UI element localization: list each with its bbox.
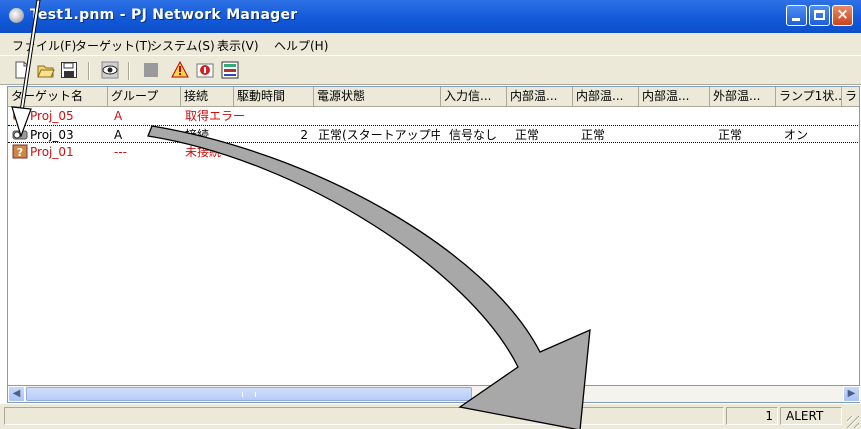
target-group: A — [114, 128, 123, 142]
scroll-grip-icon — [242, 392, 256, 397]
scroll-right-icon[interactable]: ▶ — [843, 386, 860, 402]
horizontal-scrollbar[interactable]: ◀ ▶ — [7, 386, 860, 403]
status-message — [4, 407, 724, 425]
close-button[interactable]: × — [832, 5, 853, 26]
target-input-signal: 信号なし — [449, 128, 498, 142]
table-row[interactable]: ? Proj_01 --- 未接続 — [8, 143, 859, 161]
menu-help[interactable]: ヘルプ(H) — [274, 37, 328, 54]
toolbar — [0, 55, 861, 85]
app-icon — [9, 8, 24, 23]
menu-file[interactable]: ファイル(F) — [12, 37, 76, 54]
menu-view[interactable]: 表示(V) — [217, 37, 259, 54]
projector-error-icon — [13, 112, 27, 122]
new-file-icon[interactable] — [13, 61, 31, 79]
target-drive-time: 2 — [300, 128, 308, 142]
target-external-temp: 正常 — [718, 128, 743, 142]
projector-unknown-icon: ? — [12, 144, 28, 159]
target-internal-temp-2: 正常 — [581, 128, 606, 142]
target-internal-temp-1: 正常 — [515, 128, 540, 142]
scroll-thumb[interactable] — [26, 387, 472, 401]
maximize-icon — [814, 10, 825, 20]
minimize-icon — [792, 18, 800, 21]
target-name: Proj_01 — [30, 145, 74, 159]
title-bar[interactable]: Test1.pnm - PJ Network Manager × — [0, 0, 861, 33]
target-list[interactable]: ターゲット名 グループ 接続 駆動時間 電源状態 入力信... 内部温... 内… — [7, 86, 860, 386]
maximize-button[interactable] — [809, 5, 830, 26]
column-drive-time[interactable]: 駆動時間 — [234, 87, 314, 106]
column-internal-temp-3[interactable]: 内部温... — [639, 87, 710, 106]
target-internal-temp-3 — [647, 126, 707, 144]
resize-grip-icon[interactable] — [847, 416, 859, 428]
list-header: ターゲット名 グループ 接続 駆動時間 電源状態 入力信... 内部温... 内… — [8, 87, 859, 107]
target-connection: 取得エラー — [185, 109, 246, 123]
target-group: A — [114, 109, 123, 123]
column-external-temp[interactable]: 外部温... — [710, 87, 776, 106]
projector-icon — [12, 130, 28, 140]
column-lamp-2-state[interactable]: ラン — [842, 87, 859, 106]
target-name: Proj_05 — [30, 109, 74, 123]
monitor-eye-icon[interactable] — [101, 61, 119, 79]
alert-icon[interactable] — [171, 61, 189, 79]
column-input-signal[interactable]: 入力信... — [441, 87, 507, 106]
column-target-name[interactable]: ターゲット名 — [8, 87, 108, 106]
target-group: --- — [114, 145, 127, 159]
toolbar-separator — [88, 62, 90, 80]
column-connection[interactable]: 接続 — [181, 87, 234, 106]
target-connection: 接続 — [185, 128, 210, 142]
column-group[interactable]: グループ — [108, 87, 181, 106]
table-row[interactable]: Proj_05 A 取得エラー — [8, 107, 859, 125]
menu-bar: ファイル(F) ターゲット(T) システム(S) 表示(V) ヘルプ(H) — [0, 33, 861, 55]
scroll-left-icon[interactable]: ◀ — [8, 386, 25, 402]
save-icon[interactable] — [60, 61, 78, 79]
status-count: 1 — [726, 407, 778, 425]
minimize-button[interactable] — [786, 5, 807, 26]
column-internal-temp-2[interactable]: 内部温... — [573, 87, 639, 106]
column-internal-temp-1[interactable]: 内部温... — [507, 87, 573, 106]
menu-system[interactable]: システム(S) — [150, 37, 215, 54]
target-power-state: 正常(スタートアップ中) — [318, 128, 440, 142]
target-name: Proj_03 — [30, 128, 74, 142]
status-bar: 1 ALERT — [0, 403, 861, 429]
column-lamp-1-state[interactable]: ランプ1状... — [776, 87, 842, 106]
toolbar-separator — [128, 62, 130, 80]
table-row[interactable]: Proj_03 A 接続 2 正常(スタートアップ中) 信号なし 正常 正常 正… — [8, 125, 859, 144]
info-icon[interactable] — [196, 61, 214, 79]
target-connection: 未接続 — [185, 145, 222, 159]
window-title: Test1.pnm - PJ Network Manager — [30, 7, 298, 23]
menu-target[interactable]: ターゲット(T) — [75, 37, 152, 54]
close-icon: × — [836, 5, 849, 23]
column-power-state[interactable]: 電源状態 — [314, 87, 441, 106]
target-lamp-1-state: オン — [784, 128, 809, 142]
open-folder-icon[interactable] — [37, 61, 55, 79]
grid-view-icon[interactable] — [221, 61, 239, 79]
app-window: Test1.pnm - PJ Network Manager × ファイル(F)… — [0, 0, 861, 429]
svg-text:?: ? — [17, 146, 23, 159]
stop-icon[interactable] — [142, 61, 160, 79]
status-alert: ALERT — [780, 407, 842, 425]
